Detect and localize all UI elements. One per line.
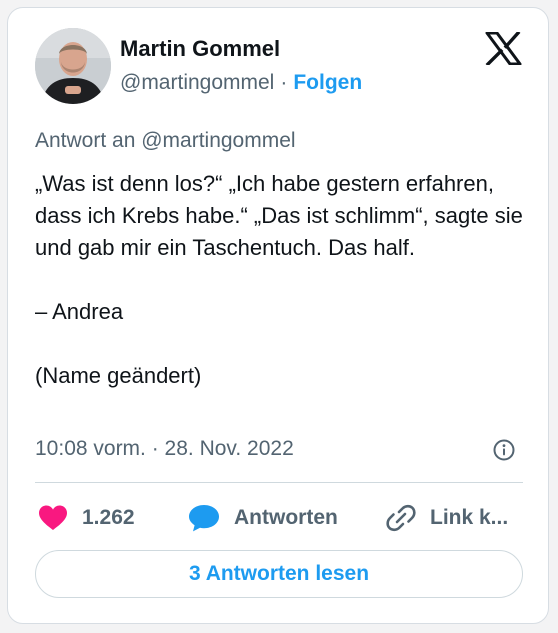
avatar-photo bbox=[35, 28, 111, 104]
tweet-paragraph: – Andrea bbox=[35, 299, 124, 324]
info-icon[interactable] bbox=[492, 438, 516, 462]
like-count: 1.262 bbox=[82, 506, 135, 529]
speech-bubble-icon bbox=[189, 505, 219, 532]
tweet-paragraph: (Name geändert) bbox=[35, 363, 202, 388]
avatar[interactable] bbox=[35, 28, 111, 104]
copy-link-button[interactable]: Link k... bbox=[386, 502, 508, 534]
like-button[interactable]: 1.262 bbox=[38, 502, 135, 534]
heart-icon bbox=[39, 505, 67, 530]
author-name[interactable]: Martin Gommel bbox=[120, 36, 280, 62]
author-handle-row: @martingommel · Folgen bbox=[120, 71, 362, 95]
follow-button[interactable]: Folgen bbox=[293, 71, 362, 94]
tweet-text: „Was ist denn los?“ „Ich habe gestern er… bbox=[35, 168, 525, 392]
copy-link-label: Link k... bbox=[430, 506, 509, 529]
reply-context: Antwort an @martingommel bbox=[35, 129, 296, 152]
x-logo-icon[interactable] bbox=[485, 30, 522, 67]
tweet-paragraph: „Was ist denn los?“ „Ich habe gestern er… bbox=[35, 171, 523, 260]
tweet-card: Martin Gommel @martingommel · Folgen Antwo… bbox=[7, 7, 549, 624]
tweet-timestamp[interactable]: 10:08 vorm. · 28. Nov. 2022 bbox=[35, 437, 294, 461]
reply-label: Antworten bbox=[234, 506, 338, 529]
separator-dot: · bbox=[280, 71, 288, 94]
reply-button[interactable]: Antworten bbox=[188, 502, 338, 534]
link-icon bbox=[386, 504, 416, 532]
divider bbox=[35, 482, 523, 483]
author-handle[interactable]: @martingommel bbox=[120, 71, 274, 94]
read-replies-button[interactable]: 3 Antworten lesen bbox=[35, 550, 523, 598]
